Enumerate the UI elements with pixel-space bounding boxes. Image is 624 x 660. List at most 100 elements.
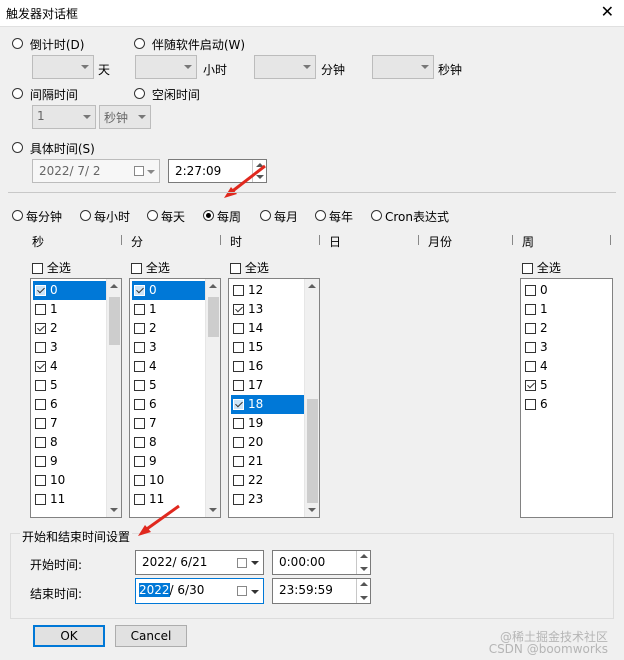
checkbox-icon[interactable]	[134, 380, 145, 391]
scrollbar[interactable]	[205, 279, 220, 517]
checkbox-icon[interactable]	[35, 285, 46, 296]
checkbox-icon[interactable]	[525, 342, 536, 353]
list-item[interactable]: 5	[132, 376, 205, 395]
interval-unit-combo[interactable]: 秒钟	[99, 105, 151, 129]
with-software-radio[interactable]: 伴随软件启动(W)	[134, 36, 245, 53]
checkbox-icon[interactable]	[35, 361, 46, 372]
start-date-picker[interactable]: 2022/ 6/21	[135, 550, 264, 575]
countdown-radio[interactable]: 倒计时(D)	[12, 36, 84, 53]
list-item[interactable]: 12	[231, 281, 304, 300]
list-item[interactable]: 20	[231, 433, 304, 452]
spin-buttons[interactable]	[356, 579, 370, 603]
list-item[interactable]: 6	[33, 395, 106, 414]
freq-option[interactable]: 每月	[260, 208, 298, 225]
checkbox-icon[interactable]	[134, 456, 145, 467]
hours-list[interactable]: 23 22 21 20 19 18 17 16 15 14 13 12	[228, 278, 320, 518]
spin-buttons[interactable]	[356, 551, 370, 574]
list-item[interactable]: 4	[523, 357, 611, 376]
checkbox-icon[interactable]	[35, 456, 46, 467]
select-all-min[interactable]: 全选	[131, 259, 170, 276]
checkbox-icon[interactable]	[233, 323, 244, 334]
list-item[interactable]: 6	[132, 395, 205, 414]
checkbox-icon[interactable]	[134, 304, 145, 315]
checkbox-icon[interactable]	[233, 494, 244, 505]
checkbox-icon[interactable]	[525, 399, 536, 410]
list-item[interactable]: 18	[231, 395, 304, 414]
scrollbar[interactable]	[106, 279, 121, 517]
cancel-button[interactable]: Cancel	[115, 625, 187, 647]
checkbox-icon[interactable]	[35, 323, 46, 334]
list-item[interactable]: 13	[231, 300, 304, 319]
checkbox-icon[interactable]	[134, 399, 145, 410]
checkbox-icon[interactable]	[233, 380, 244, 391]
checkbox-icon[interactable]	[233, 285, 244, 296]
specific-time-radio[interactable]: 具体时间(S)	[12, 140, 95, 157]
select-all-hour[interactable]: 全选	[230, 259, 269, 276]
interval-radio[interactable]: 间隔时间	[12, 86, 78, 103]
list-item[interactable]: 0	[132, 281, 205, 300]
select-all-week[interactable]: 全选	[522, 259, 561, 276]
list-item[interactable]: 5	[523, 376, 611, 395]
freq-option[interactable]: Cron表达式	[371, 208, 449, 225]
seconds-combo[interactable]	[372, 55, 434, 79]
list-item[interactable]: 9	[33, 452, 106, 471]
checkbox-icon[interactable]	[134, 342, 145, 353]
week-list[interactable]: 6 5 4 3 2 1 0	[520, 278, 613, 518]
list-item[interactable]: 2	[523, 319, 611, 338]
checkbox-icon[interactable]	[134, 361, 145, 372]
list-item[interactable]: 8	[132, 433, 205, 452]
list-item[interactable]: 4	[132, 357, 205, 376]
list-item[interactable]: 16	[231, 357, 304, 376]
list-item[interactable]: 21	[231, 452, 304, 471]
list-item[interactable]: 11	[33, 490, 106, 509]
checkbox-icon[interactable]	[134, 285, 145, 296]
checkbox-icon[interactable]	[525, 304, 536, 315]
checkbox-icon[interactable]	[35, 437, 46, 448]
list-item[interactable]: 6	[523, 395, 611, 414]
list-item[interactable]: 17	[231, 376, 304, 395]
checkbox-icon[interactable]	[35, 418, 46, 429]
list-item[interactable]: 19	[231, 414, 304, 433]
checkbox-icon[interactable]	[233, 418, 244, 429]
interval-value-combo[interactable]: 1	[32, 105, 96, 129]
checkbox-icon[interactable]	[134, 475, 145, 486]
idle-radio[interactable]: 空闲时间	[134, 86, 200, 103]
minutes-list[interactable]: 11 10 9 8 7 6 5 4 3 2 1 0	[129, 278, 221, 518]
close-icon[interactable]: ✕	[601, 2, 614, 22]
checkbox-icon[interactable]	[525, 323, 536, 334]
list-item[interactable]: 2	[132, 319, 205, 338]
list-item[interactable]: 5	[33, 376, 106, 395]
hours-combo[interactable]	[135, 55, 197, 79]
checkbox-icon[interactable]	[233, 342, 244, 353]
list-item[interactable]: 22	[231, 471, 304, 490]
checkbox-icon[interactable]	[35, 380, 46, 391]
checkbox-icon[interactable]	[134, 437, 145, 448]
checkbox-icon[interactable]	[35, 494, 46, 505]
checkbox-icon[interactable]	[525, 285, 536, 296]
list-item[interactable]: 14	[231, 319, 304, 338]
checkbox-icon[interactable]	[525, 380, 536, 391]
list-item[interactable]: 3	[132, 338, 205, 357]
list-item[interactable]: 7	[132, 414, 205, 433]
checkbox-icon[interactable]	[233, 361, 244, 372]
checkbox-icon[interactable]	[35, 304, 46, 315]
checkbox-icon[interactable]	[134, 418, 145, 429]
end-date-picker[interactable]: 2022/ 6/30	[135, 578, 264, 604]
freq-option[interactable]: 每小时	[80, 208, 130, 225]
checkbox-icon[interactable]	[35, 399, 46, 410]
list-item[interactable]: 1	[33, 300, 106, 319]
list-item[interactable]: 2	[33, 319, 106, 338]
checkbox-icon[interactable]	[233, 399, 244, 410]
checkbox-icon[interactable]	[233, 456, 244, 467]
ok-button[interactable]: OK	[33, 625, 105, 647]
checkbox-icon[interactable]	[35, 342, 46, 353]
list-item[interactable]: 4	[33, 357, 106, 376]
list-item[interactable]: 7	[33, 414, 106, 433]
start-time-spinner[interactable]: 0:00:00	[272, 550, 371, 575]
list-item[interactable]: 1	[523, 300, 611, 319]
list-item[interactable]: 3	[523, 338, 611, 357]
list-item[interactable]: 10	[132, 471, 205, 490]
freq-option[interactable]: 每天	[147, 208, 185, 225]
list-item[interactable]: 1	[132, 300, 205, 319]
scrollbar[interactable]	[304, 279, 319, 517]
